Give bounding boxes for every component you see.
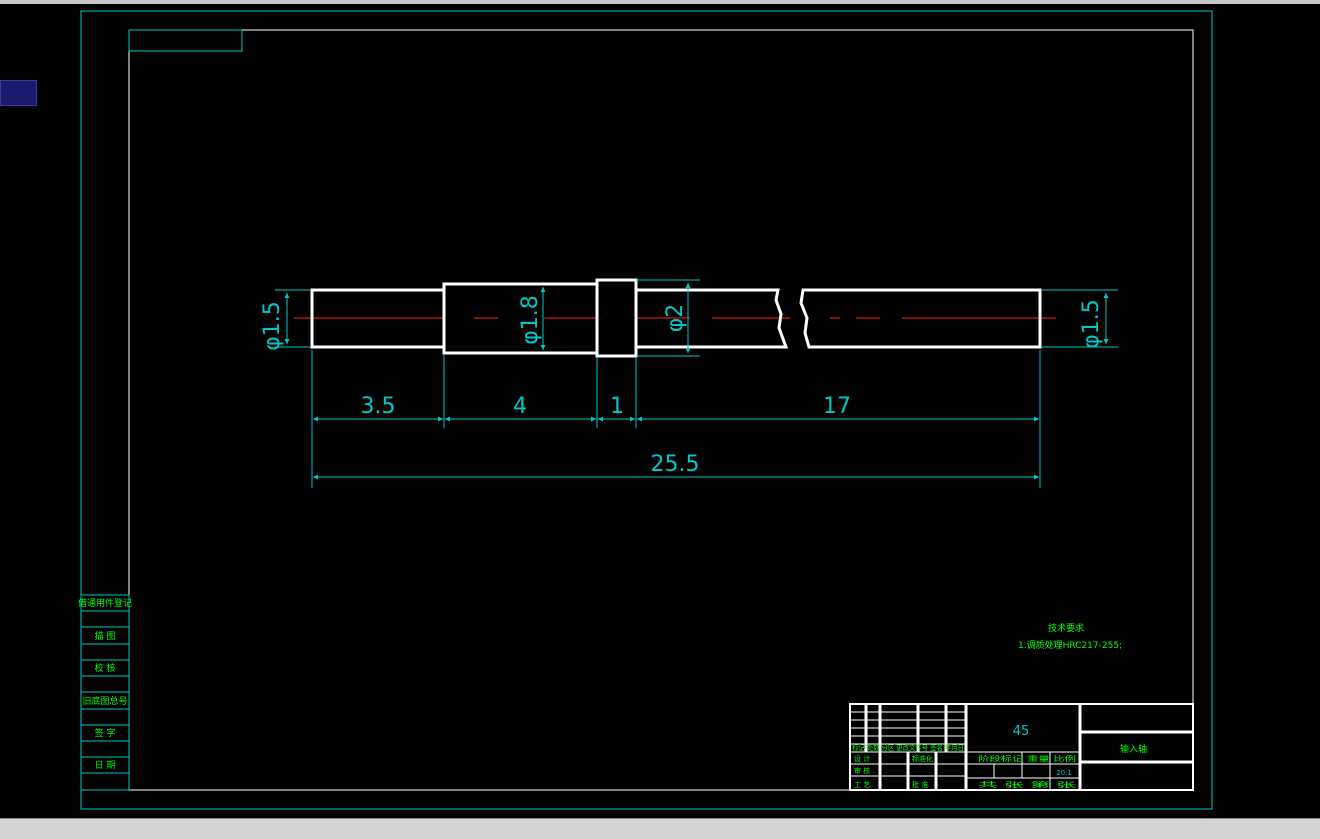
- dim-dia-collar: φ2: [663, 304, 688, 333]
- side-label-trace: 描 图: [95, 630, 116, 642]
- shaft-collar: [595, 278, 638, 358]
- cad-viewport[interactable]: 借通用件登记 描 图 校 核 旧底图总号 签 字 日 期 φ1.5 φ1.8 φ…: [0, 0, 1320, 839]
- dim-dia-middle: φ1.8: [518, 295, 543, 345]
- side-label-check: 校 核: [95, 662, 116, 674]
- tb-standardize: 标准化: [912, 754, 933, 763]
- tb-revision-header: 标记 处数 分区 更改文件号 签名 年月日: [852, 743, 964, 752]
- side-label-sign: 签 字: [95, 727, 116, 739]
- status-bar: [0, 818, 1320, 839]
- tech-req-line1: 1.调质处理HRC217-255;: [1018, 639, 1122, 651]
- tb-stage-weight-scale: 阶段标记 重量 比例: [978, 754, 1076, 763]
- inner-drawing-frame: [128, 29, 1194, 791]
- tb-process: 工 艺: [854, 781, 870, 789]
- tb-material: 45: [1013, 724, 1030, 739]
- tech-req-title: 技术要求: [1048, 622, 1084, 634]
- tb-part-name: 输入轴: [1120, 743, 1147, 755]
- sheet-code-box: [128, 29, 243, 52]
- side-label-date: 日 期: [95, 760, 116, 771]
- dim-length-1: 3.5: [361, 394, 396, 419]
- dim-length-3: 1: [610, 394, 624, 419]
- dim-dia-left: φ1.5: [260, 301, 285, 351]
- tb-review: 审 核: [854, 766, 870, 775]
- dim-length-total: 25.5: [651, 452, 700, 477]
- outer-sheet-border: [80, 10, 1213, 810]
- tb-design: 设 计: [854, 754, 870, 763]
- tb-approve: 批 准: [912, 780, 928, 789]
- drawing-canvas: 借通用件登记 描 图 校 核 旧底图总号 签 字 日 期 φ1.5 φ1.8 φ…: [78, 10, 1213, 810]
- side-label-old-number: 旧底图总号: [82, 695, 127, 707]
- tb-sheet: 共 张 第 张: [978, 780, 1076, 789]
- side-label-reuse: 借通用件登记: [78, 597, 132, 609]
- dim-length-2: 4: [513, 394, 527, 419]
- dim-length-4: 17: [823, 394, 851, 419]
- tb-scale: 20:1: [1056, 769, 1072, 777]
- dim-dia-right: φ1.5: [1079, 299, 1104, 349]
